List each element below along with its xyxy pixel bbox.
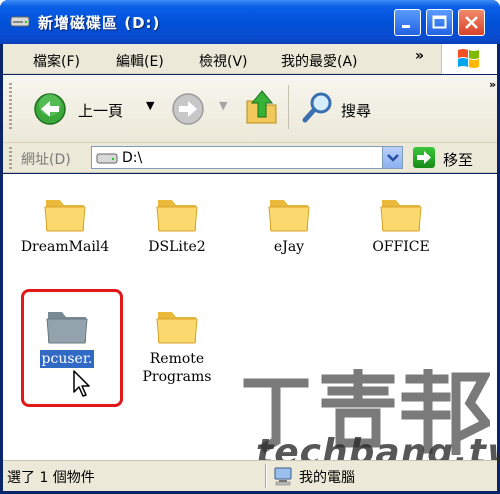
up-folder-button[interactable] — [244, 87, 280, 131]
go-arrow-icon — [417, 151, 431, 164]
toolbar-grip[interactable] — [9, 83, 12, 131]
address-path: D:\ — [122, 150, 143, 166]
status-bar: 選了 1 個物件 我的電腦 — [3, 460, 497, 491]
computer-icon — [273, 466, 293, 490]
back-label[interactable]: 上一頁 — [78, 100, 123, 121]
folder-item[interactable]: DSLite2 — [127, 194, 227, 256]
go-button[interactable] — [413, 147, 435, 168]
folder-icon — [156, 312, 198, 344]
folder-label: OFFICE — [372, 239, 430, 255]
maximize-button[interactable] — [426, 9, 453, 36]
windows-logo-icon — [441, 44, 497, 74]
folder-label: Remote Programs — [142, 351, 212, 385]
search-button[interactable] — [301, 89, 337, 129]
folder-icon — [44, 200, 86, 232]
explorer-window: 新增磁碟區 (D:) 檔案(F) 編輯(E) 檢視(V) 我的最愛(A) » 上… — [0, 0, 500, 494]
menu-favorites[interactable]: 我的最愛(A) — [281, 51, 358, 71]
folder-item[interactable]: OFFICE — [351, 194, 451, 256]
status-separator — [265, 464, 267, 488]
toolbar-separator — [288, 85, 289, 129]
file-list: DreamMail4 DSLite2 eJay OFFICE pcuser. R… — [3, 174, 500, 473]
menu-view[interactable]: 檢視(V) — [199, 51, 248, 71]
title-bar[interactable]: 新增磁碟區 (D:) — [0, 0, 500, 44]
forward-dropdown-icon[interactable]: ▼ — [219, 99, 227, 112]
standard-toolbar: 上一頁 ▼ ▼ 搜尋 » — [3, 75, 497, 143]
mouse-cursor-icon — [73, 370, 93, 402]
menu-file[interactable]: 檔案(F) — [33, 51, 80, 71]
back-dropdown-icon[interactable]: ▼ — [146, 99, 154, 112]
minimize-button[interactable] — [394, 9, 421, 36]
folder-label: DSLite2 — [148, 239, 206, 255]
toolbar-overflow-chevron[interactable]: » — [489, 78, 496, 91]
search-label[interactable]: 搜尋 — [341, 100, 371, 121]
menu-bar: 檔案(F) 編輯(E) 檢視(V) 我的最愛(A) » — [3, 44, 497, 74]
menu-edit[interactable]: 編輯(E) — [116, 51, 164, 71]
drive-icon — [10, 12, 30, 30]
address-dropdown-button[interactable] — [382, 147, 402, 168]
forward-button[interactable] — [171, 92, 205, 130]
folder-icon — [268, 200, 310, 232]
folder-item[interactable]: eJay — [239, 194, 339, 256]
drive-small-icon — [96, 151, 118, 169]
folder-icon — [380, 200, 422, 232]
back-button[interactable] — [33, 92, 67, 130]
folder-label: eJay — [273, 239, 305, 255]
search-icon — [302, 92, 332, 123]
menu-overflow-chevron[interactable]: » — [415, 48, 424, 64]
address-label: 網址(D) — [21, 152, 71, 168]
address-bar: 網址(D) D:\ 移至 — [3, 143, 497, 173]
back-arrow-icon — [34, 93, 66, 125]
window-title: 新增磁碟區 (D:) — [38, 14, 161, 32]
go-label[interactable]: 移至 — [443, 149, 473, 170]
up-folder-icon — [246, 90, 277, 124]
status-location: 我的電腦 — [299, 470, 355, 486]
highlight-box — [21, 289, 123, 407]
folder-icon — [156, 200, 198, 232]
status-selection: 選了 1 個物件 — [7, 470, 95, 486]
address-grip[interactable] — [9, 147, 12, 169]
folder-label: DreamMail4 — [20, 239, 110, 255]
folder-item[interactable]: DreamMail4 — [15, 194, 115, 256]
chevron-down-icon — [387, 154, 399, 162]
close-button[interactable] — [458, 9, 485, 36]
forward-arrow-icon — [172, 93, 204, 125]
address-input[interactable]: D:\ — [91, 146, 403, 169]
folder-item[interactable]: Remote Programs — [127, 306, 227, 386]
